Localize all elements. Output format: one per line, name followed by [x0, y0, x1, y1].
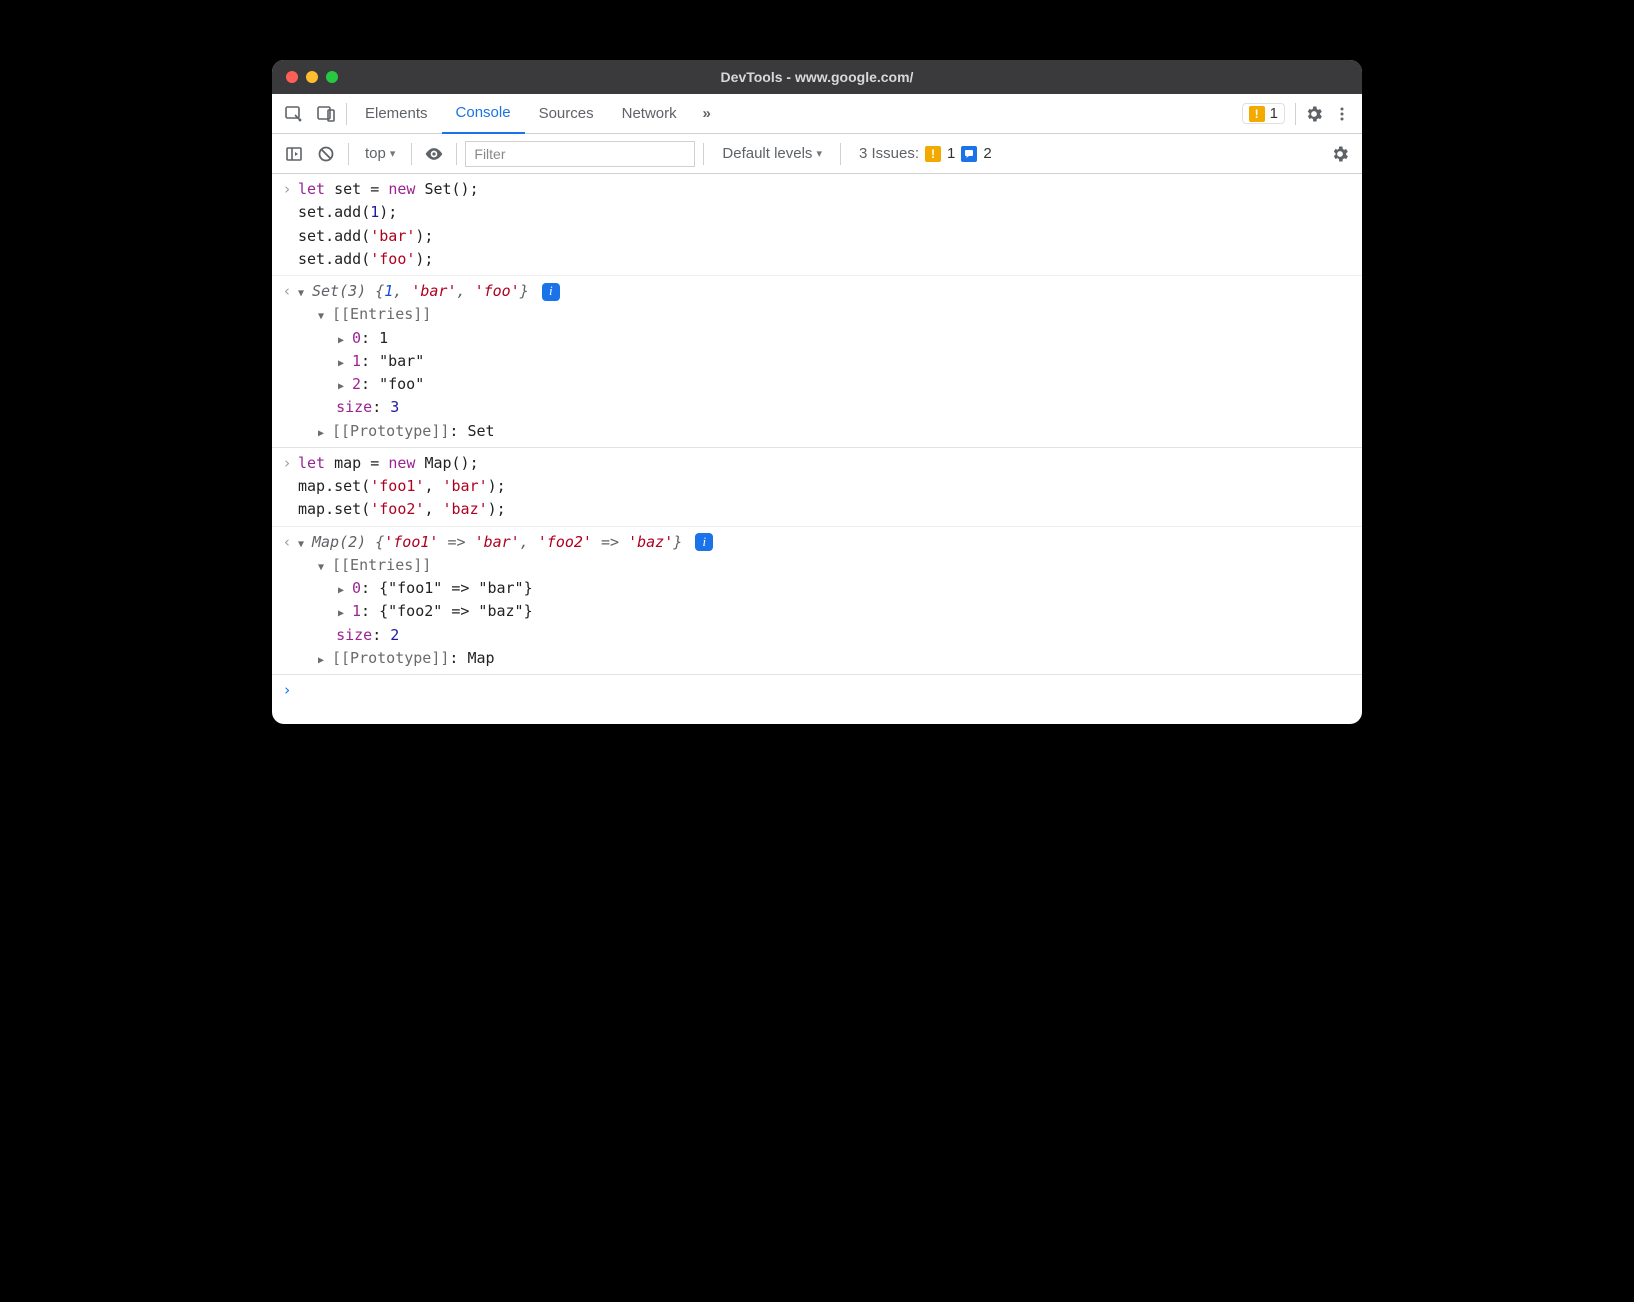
size-value: 2 — [390, 626, 399, 644]
entry-value: {"foo2" => "baz"} — [379, 602, 533, 620]
warning-icon: ! — [925, 146, 941, 162]
tab-network[interactable]: Network — [608, 94, 691, 134]
entries-header: [[Entries]] — [332, 305, 431, 323]
issues-summary[interactable]: 3 Issues: ! 1 2 — [849, 145, 1002, 162]
settings-icon[interactable] — [1300, 100, 1328, 128]
console-output: ›let set = new Set(); set.add(1); set.ad… — [272, 174, 1362, 724]
entry-key: 0 — [352, 579, 361, 597]
prototype-key: [[Prototype]] — [332, 649, 449, 667]
separator — [1295, 103, 1296, 125]
size-value: 3 — [390, 398, 399, 416]
close-window-button[interactable] — [286, 71, 298, 83]
code-input: let map = new Map(); map.set('foo1', 'ba… — [298, 452, 1354, 522]
tab-sources[interactable]: Sources — [525, 94, 608, 134]
context-label: top — [365, 145, 386, 162]
live-expression-icon[interactable] — [420, 140, 448, 168]
disclosure-triangle-icon[interactable] — [338, 327, 352, 350]
disclosure-triangle-icon[interactable] — [338, 350, 352, 373]
devtools-window: DevTools - www.google.com/ ElementsConso… — [272, 60, 1362, 724]
entry-value: {"foo1" => "bar"} — [379, 579, 533, 597]
object-expansion[interactable]: Set(3) {1, 'bar', 'foo'} i [[Entries]] 0… — [298, 280, 1354, 443]
panel-tabs: ElementsConsoleSourcesNetwork » ! 1 — [272, 94, 1362, 134]
entry-key: 1 — [352, 602, 361, 620]
disclosure-triangle-icon[interactable] — [318, 303, 332, 326]
entries-header: [[Entries]] — [332, 556, 431, 574]
disclosure-triangle-icon[interactable] — [298, 280, 312, 303]
maximize-window-button[interactable] — [326, 71, 338, 83]
size-key: size — [336, 626, 372, 644]
separator — [411, 143, 412, 165]
object-summary: Set(3) {1, 'bar', 'foo'} — [312, 282, 529, 300]
console-output-row: ‹Set(3) {1, 'bar', 'foo'} i [[Entries]] … — [272, 275, 1362, 447]
warnings-count: 1 — [1270, 105, 1278, 122]
entry-key: 2 — [352, 375, 361, 393]
window-controls — [286, 71, 338, 83]
output-indicator-icon: ‹ — [276, 531, 298, 671]
issues-warn-count: 1 — [947, 145, 955, 162]
input-prompt-icon: › — [276, 679, 298, 702]
console-toolbar: top Default levels 3 Issues: ! 1 2 — [272, 134, 1362, 174]
tab-console[interactable]: Console — [442, 94, 525, 134]
console-input-row: ›let map = new Map(); map.set('foo1', 'b… — [272, 447, 1362, 526]
titlebar: DevTools - www.google.com/ — [272, 60, 1362, 94]
input-prompt-icon: › — [276, 178, 298, 271]
info-icon[interactable]: i — [542, 283, 560, 301]
info-icon[interactable]: i — [695, 533, 713, 551]
more-tabs-icon[interactable]: » — [691, 94, 723, 134]
warnings-badge[interactable]: ! 1 — [1242, 103, 1285, 124]
more-menu-icon[interactable] — [1328, 100, 1356, 128]
device-toolbar-icon[interactable] — [310, 94, 342, 134]
object-summary: Map(2) {'foo1' => 'bar', 'foo2' => 'baz'… — [312, 533, 682, 551]
entry-value: "foo" — [379, 375, 424, 393]
object-expansion[interactable]: Map(2) {'foo1' => 'bar', 'foo2' => 'baz'… — [298, 531, 1354, 671]
entry-key: 1 — [352, 352, 361, 370]
disclosure-triangle-icon[interactable] — [318, 647, 332, 670]
separator — [703, 143, 704, 165]
separator — [840, 143, 841, 165]
input-prompt-icon: › — [276, 452, 298, 522]
window-title: DevTools - www.google.com/ — [272, 69, 1362, 85]
info-icon — [961, 146, 977, 162]
minimize-window-button[interactable] — [306, 71, 318, 83]
console-settings-icon[interactable] — [1326, 140, 1354, 168]
issues-label: 3 Issues: — [859, 145, 919, 162]
disclosure-triangle-icon[interactable] — [318, 554, 332, 577]
separator — [456, 143, 457, 165]
separator — [346, 103, 347, 125]
code-input: let set = new Set(); set.add(1); set.add… — [298, 178, 1354, 271]
clear-console-icon[interactable] — [312, 140, 340, 168]
tab-elements[interactable]: Elements — [351, 94, 442, 134]
disclosure-triangle-icon[interactable] — [318, 420, 332, 443]
entry-value: 1 — [379, 329, 388, 347]
disclosure-triangle-icon[interactable] — [298, 531, 312, 554]
context-selector[interactable]: top — [357, 143, 403, 164]
warning-icon: ! — [1249, 106, 1265, 122]
separator — [348, 143, 349, 165]
prototype-key: [[Prototype]] — [332, 422, 449, 440]
inspect-icon[interactable] — [278, 94, 310, 134]
size-key: size — [336, 398, 372, 416]
disclosure-triangle-icon[interactable] — [338, 600, 352, 623]
console-prompt[interactable] — [298, 679, 1354, 702]
issues-info-count: 2 — [983, 145, 991, 162]
console-output-row: ‹ Map(2) {'foo1' => 'bar', 'foo2' => 'baz… — [272, 526, 1362, 675]
levels-label: Default levels — [722, 145, 812, 162]
toggle-sidebar-icon[interactable] — [280, 140, 308, 168]
filter-input[interactable] — [465, 141, 695, 167]
console-prompt-row[interactable]: › — [272, 674, 1362, 706]
output-indicator-icon: ‹ — [276, 280, 298, 443]
entry-key: 0 — [352, 329, 361, 347]
disclosure-triangle-icon[interactable] — [338, 373, 352, 396]
log-levels-selector[interactable]: Default levels — [712, 145, 832, 162]
entry-value: "bar" — [379, 352, 424, 370]
console-input-row: ›let set = new Set(); set.add(1); set.ad… — [272, 174, 1362, 275]
disclosure-triangle-icon[interactable] — [338, 577, 352, 600]
